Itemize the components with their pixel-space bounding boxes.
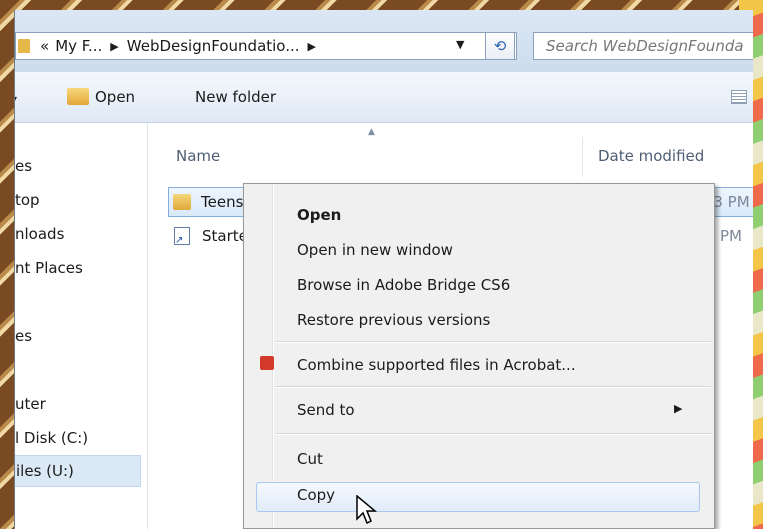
breadcrumb-myfiles[interactable]: My F... <box>55 37 102 55</box>
file-date: PM <box>720 227 742 245</box>
open-folder-icon <box>67 88 89 105</box>
nav-item[interactable]: top <box>15 191 40 209</box>
nav-item[interactable]: es <box>15 327 32 345</box>
search-input[interactable]: Search WebDesignFounda <box>533 32 753 60</box>
menu-item-combine-acrobat[interactable]: Combine supported files in Acrobat... <box>297 356 576 374</box>
address-prefix[interactable]: « <box>40 37 49 55</box>
nav-item[interactable]: es <box>15 157 32 175</box>
breadcrumb-arrow-icon[interactable]: ▶ <box>308 40 316 53</box>
nav-item[interactable]: nt Places <box>15 259 83 277</box>
file-name: Starte <box>202 227 248 245</box>
address-bar[interactable]: « My F... ▶ WebDesignFoundatio... ▶ ▼ <box>15 32 517 60</box>
new-folder-button[interactable]: New folder <box>195 88 276 106</box>
menu-item-browse-bridge[interactable]: Browse in Adobe Bridge CS6 <box>297 276 510 294</box>
menu-item-cut[interactable]: Cut <box>297 450 323 468</box>
mouse-cursor-icon <box>356 495 378 525</box>
nav-item[interactable]: l Disk (C:) <box>15 429 88 447</box>
nav-item[interactable]: uter <box>15 395 46 413</box>
navigation-pane: es top nloads nt Places es uter l Disk (… <box>15 123 148 529</box>
column-name[interactable]: Name <box>176 147 220 165</box>
menu-item-restore-versions[interactable]: Restore previous versions <box>297 311 490 329</box>
menu-separator <box>275 386 711 388</box>
context-menu: Open Open in new window Browse in Adobe … <box>243 183 715 529</box>
column-divider[interactable] <box>582 137 583 177</box>
menu-item-open-new-window[interactable]: Open in new window <box>297 241 453 259</box>
nav-item-selected[interactable]: iles (U:) <box>15 455 141 487</box>
address-dropdown-icon[interactable]: ▼ <box>456 38 464 51</box>
refresh-icon[interactable]: ⟲ <box>485 32 515 60</box>
breadcrumb-arrow-icon[interactable]: ▶ <box>110 40 118 53</box>
address-bar-area: « My F... ▶ WebDesignFoundatio... ▶ ▼ ⟲ … <box>15 10 753 72</box>
open-label: Open <box>95 88 136 106</box>
folder-icon <box>18 39 30 53</box>
sort-arrow-icon: ▲ <box>368 127 375 137</box>
menu-item-open[interactable]: Open <box>297 206 341 224</box>
menu-item-send-to[interactable]: Send to <box>297 401 355 419</box>
menu-separator <box>275 433 711 435</box>
menu-item-copy[interactable]: Copy <box>297 486 335 504</box>
breadcrumb-webdesign[interactable]: WebDesignFoundatio... <box>127 37 300 55</box>
folder-icon <box>173 194 191 210</box>
view-options-icon[interactable] <box>731 90 747 104</box>
shortcut-icon <box>174 227 190 246</box>
menu-separator <box>275 341 711 343</box>
open-button[interactable]: Open <box>67 88 135 106</box>
nav-item[interactable]: nloads <box>15 225 64 243</box>
toolbar-arrow-icon[interactable]: ▾ <box>15 92 17 106</box>
acrobat-icon <box>260 356 274 370</box>
submenu-arrow-icon: ▶ <box>674 402 683 415</box>
column-date-modified[interactable]: Date modified <box>598 147 704 165</box>
file-row[interactable]: Starte <box>168 221 248 251</box>
toolbar: ▾ Open New folder <box>15 72 753 123</box>
